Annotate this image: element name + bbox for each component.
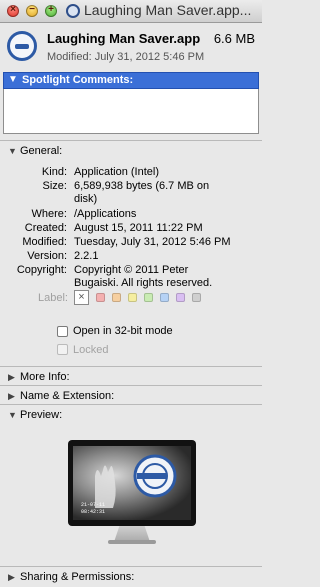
name-extension-label: Name & Extension:	[20, 390, 115, 402]
label-caption: Label:	[38, 292, 68, 304]
app-icon	[7, 31, 37, 61]
minimize-button[interactable]: −	[26, 4, 38, 17]
open-32bit-checkbox[interactable]	[57, 326, 68, 337]
minimize-icon: −	[29, 4, 35, 15]
monitor-base	[108, 540, 156, 544]
preview-overlay-date: 21-07-11	[81, 502, 106, 508]
general-label: General:	[20, 145, 63, 157]
title-bar: × − + Laughing Man Saver.app...	[0, 0, 262, 23]
size-value: 6,589,938 bytes (6.7 MB on	[74, 180, 210, 192]
divider	[0, 404, 262, 405]
preview-image: 21-07-11 08:42:31	[73, 446, 191, 520]
size-value-cont: disk)	[74, 193, 98, 205]
disclosure-down-icon: ▼	[8, 410, 17, 420]
disclosure-right-icon: ▶	[8, 372, 15, 382]
zoom-icon: +	[48, 4, 54, 15]
divider	[0, 385, 262, 386]
kind-value: Application (Intel)	[74, 166, 159, 178]
preview-section-header[interactable]: ▼ Preview:	[8, 409, 62, 421]
preview-label: Preview:	[20, 409, 63, 421]
kind-key: Kind:	[41, 166, 67, 178]
spotlight-comments-header[interactable]: ▼ Spotlight Comments:	[3, 72, 259, 89]
modified-value: Tuesday, July 31, 2012 5:46 PM	[74, 236, 231, 248]
name-extension-section-header[interactable]: ▶ Name & Extension:	[8, 390, 114, 402]
spotlight-comments-field[interactable]	[3, 89, 259, 134]
copyright-value-cont: Bugaiski. All rights reserved.	[74, 277, 213, 289]
label-yellow-swatch[interactable]	[128, 293, 137, 302]
preview-overlay-time: 08:42:31	[81, 509, 106, 515]
label-red-swatch[interactable]	[96, 293, 105, 302]
where-key: Where:	[31, 208, 67, 220]
label-orange-swatch[interactable]	[112, 293, 121, 302]
created-key: Created:	[24, 222, 67, 234]
divider	[0, 140, 262, 141]
open-32bit-label: Open in 32-bit mode	[73, 325, 173, 337]
spotlight-comments-label: Spotlight Comments:	[22, 74, 134, 86]
preview-monitor: 21-07-11 08:42:31	[68, 440, 196, 548]
divider	[0, 566, 262, 567]
locked-checkbox[interactable]	[57, 344, 68, 355]
disclosure-right-icon: ▶	[8, 391, 15, 401]
label-gray-swatch[interactable]	[192, 293, 201, 302]
app-name: Laughing Man Saver.app	[47, 31, 201, 46]
disclosure-right-icon: ▶	[8, 572, 15, 582]
where-value: /Applications	[74, 208, 137, 220]
label-green-swatch[interactable]	[144, 293, 153, 302]
close-icon: ×	[10, 4, 16, 15]
modified-key: Modified:	[22, 236, 67, 248]
app-size: 6.6 MB	[213, 31, 255, 46]
label-purple-swatch[interactable]	[176, 293, 185, 302]
preview-screen: 21-07-11 08:42:31	[68, 440, 196, 526]
copyright-value: Copyright © 2011 Peter	[74, 264, 189, 276]
label-blue-swatch[interactable]	[160, 293, 169, 302]
app-proxy-icon[interactable]	[66, 4, 80, 18]
divider	[0, 366, 262, 367]
general-section-header[interactable]: ▼ General:	[8, 145, 62, 157]
created-value: August 15, 2011 11:22 PM	[74, 222, 203, 234]
version-key: Version:	[27, 250, 67, 262]
sharing-permissions-label: Sharing & Permissions:	[20, 571, 135, 583]
sharing-permissions-section-header[interactable]: ▶ Sharing & Permissions:	[8, 571, 134, 583]
disclosure-down-icon: ▼	[8, 74, 18, 85]
size-key: Size:	[42, 180, 67, 192]
version-value: 2.2.1	[74, 250, 99, 262]
disclosure-down-icon: ▼	[8, 146, 17, 156]
label-none-button[interactable]: ×	[74, 290, 89, 305]
more-info-label: More Info:	[20, 371, 70, 383]
modified-summary: Modified: July 31, 2012 5:46 PM	[47, 51, 205, 63]
zoom-button[interactable]: +	[45, 4, 57, 17]
locked-label: Locked	[73, 344, 109, 356]
close-button[interactable]: ×	[7, 4, 19, 17]
copyright-key: Copyright:	[16, 264, 67, 276]
more-info-section-header[interactable]: ▶ More Info:	[8, 371, 70, 383]
window-title: Laughing Man Saver.app...	[84, 2, 252, 18]
